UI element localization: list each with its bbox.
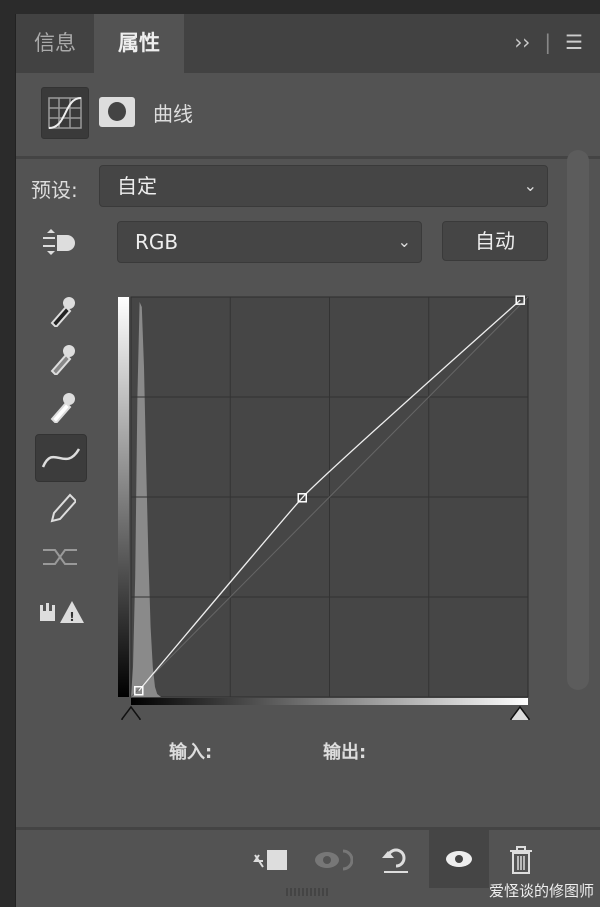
input-gradient-bar [131,698,528,705]
clipping-warning-icon[interactable]: ! [38,589,84,635]
svg-text:!: ! [69,610,74,624]
watermark: 爱怪谈的修图师 [488,882,594,900]
delete-trash-icon[interactable] [501,840,541,880]
on-image-adjust-icon[interactable] [38,219,84,265]
double-chevron-right-icon[interactable]: ›› [514,30,530,54]
layer-mask-icon[interactable] [99,97,135,127]
preset-select[interactable]: 自定 ⌄ [99,165,548,207]
input-label: 输入: [169,742,213,763]
curves-adjustment-icon[interactable] [41,87,89,139]
view-previous-state-icon[interactable] [313,840,353,880]
channel-value: RGB [135,230,179,254]
tab-info[interactable]: 信息 [16,14,94,73]
eyedropper-white-icon[interactable] [38,382,84,428]
adjustment-header: 曲线 [16,73,600,159]
footer-toolbar [16,827,600,888]
channel-select[interactable]: RGB ⌄ [117,221,422,263]
smooth-icon [38,534,84,580]
hamburger-menu-icon[interactable]: ☰ [565,30,583,54]
eyedropper-black-icon[interactable] [38,286,84,332]
white-point-slider [510,705,530,720]
adjustment-title: 曲线 [153,102,193,126]
eyedropper-gray-icon[interactable] [38,334,84,380]
chevron-down-icon: ⌄ [397,232,411,251]
reset-icon[interactable] [376,840,416,880]
curve-point-icon[interactable] [35,434,87,482]
curves-graph[interactable] [116,280,556,720]
scrollbar[interactable] [567,150,589,690]
pencil-icon[interactable] [38,484,84,530]
chevron-down-icon: ⌄ [523,176,537,195]
output-gradient-bar [118,297,129,697]
auto-button[interactable]: 自动 [442,221,548,261]
clip-to-layer-icon[interactable] [251,840,291,880]
visibility-eye-icon[interactable] [429,830,489,888]
divider: | [544,30,552,54]
preset-label: 预设: [31,178,78,202]
properties-panel: 信息 属性 ›› | ☰ 曲线 预设: 自定 ⌄ RGB ⌄ 自动 ! 输入: 输出… [15,14,600,907]
preset-value: 自定 [117,174,157,198]
output-label: 输出: [323,742,367,763]
black-point-slider [121,705,141,720]
tab-bar: 信息 属性 ›› | ☰ [16,14,600,73]
resize-grip[interactable] [286,888,330,896]
tab-properties[interactable]: 属性 [94,14,184,73]
